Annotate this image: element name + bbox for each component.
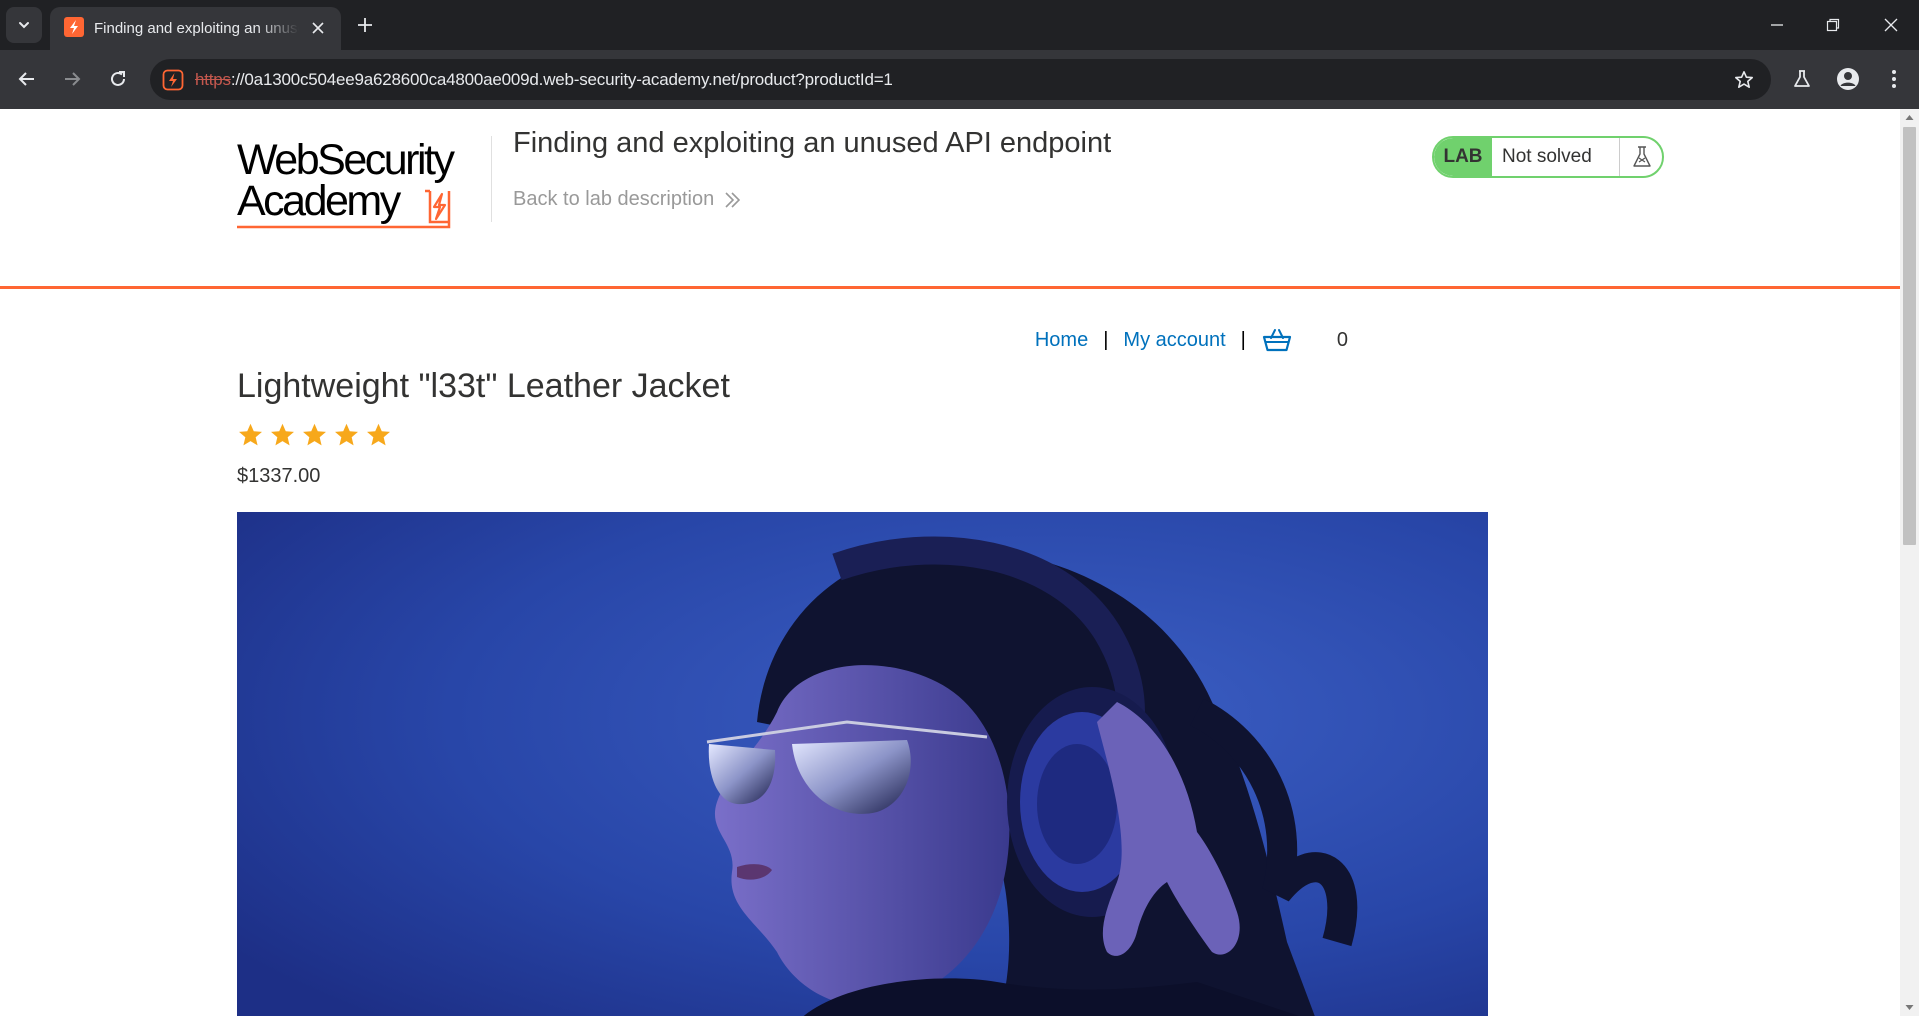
browser-tab-active[interactable]: Finding and exploiting an unused API end… [50, 7, 341, 50]
scroll-up-arrow-icon[interactable] [1905, 113, 1914, 122]
page-scrollbar[interactable] [1900, 109, 1919, 1016]
header-divider [0, 286, 1900, 289]
double-chevron-right-icon [725, 191, 741, 208]
lab-title: Finding and exploiting an unused API end… [513, 127, 1112, 159]
product-price: $1337.00 [237, 465, 321, 487]
url-text[interactable]: https://0a1300c504ee9a628600ca4800ae009d… [195, 70, 893, 90]
back-button[interactable] [12, 64, 42, 94]
minimize-icon [1771, 24, 1783, 26]
close-icon [1884, 18, 1898, 32]
more-menu-icon[interactable] [1880, 65, 1908, 93]
close-window-button[interactable] [1878, 12, 1904, 38]
new-tab-button[interactable] [352, 12, 378, 38]
minimize-window-button[interactable] [1764, 12, 1790, 38]
nav-separator: | [1103, 328, 1109, 351]
star-icon [271, 423, 294, 446]
lab-status-divider [1619, 138, 1620, 176]
url-rest: ://0a1300c504ee9a628600ca4800ae009d.web-… [230, 70, 893, 89]
star-icon [367, 423, 390, 446]
my-account-link[interactable]: My account [1123, 329, 1225, 352]
home-link[interactable]: Home [1035, 329, 1088, 352]
shopping-basket-icon[interactable] [1261, 326, 1293, 354]
site-info-icon[interactable] [161, 68, 185, 92]
star-icon [239, 423, 262, 446]
back-link-label: Back to lab description [513, 188, 715, 210]
tab-search-button[interactable] [6, 7, 42, 43]
profile-avatar-icon[interactable] [1834, 65, 1862, 93]
browser-tab-bar: Finding and exploiting an unused API end… [0, 0, 1919, 50]
restore-icon [1826, 18, 1840, 32]
scroll-down-arrow-icon[interactable] [1905, 1003, 1914, 1012]
bookmark-star-icon[interactable] [1731, 67, 1757, 93]
product-title: Lightweight "l33t" Leather Jacket [237, 367, 730, 405]
logo-divider [491, 136, 492, 222]
plus-icon [358, 18, 372, 32]
top-navigation: Home | My account | 0 [1035, 326, 1348, 354]
product-image [237, 512, 1488, 1016]
page-viewport: WebSecurity Academy Finding and exploiti… [0, 109, 1900, 1016]
star-icon [335, 423, 358, 446]
url-scheme: https [195, 70, 231, 89]
logo-line2: Academy [237, 177, 402, 225]
scrollbar-thumb[interactable] [1903, 127, 1916, 545]
forward-button[interactable] [57, 64, 87, 94]
reload-icon [111, 71, 125, 86]
arrow-right-icon [65, 72, 81, 86]
arrow-left-icon [18, 72, 34, 86]
lab-badge: LAB [1434, 138, 1492, 176]
reload-button[interactable] [103, 64, 133, 94]
cart-count[interactable]: 0 [1337, 329, 1348, 352]
labs-flask-icon[interactable] [1788, 65, 1816, 93]
product-rating [237, 422, 392, 449]
lab-status-text: Not solved [1502, 146, 1592, 167]
back-to-lab-description-link[interactable]: Back to lab description [513, 188, 741, 211]
web-security-academy-favicon-icon [64, 17, 84, 37]
address-bar[interactable]: https://0a1300c504ee9a628600ca4800ae009d… [150, 59, 1771, 100]
lab-flask-icon [1629, 144, 1655, 170]
browser-toolbar: https://0a1300c504ee9a628600ca4800ae009d… [0, 50, 1919, 109]
web-security-academy-logo[interactable]: WebSecurity Academy [237, 134, 487, 230]
restore-window-button[interactable] [1820, 12, 1846, 38]
chevron-down-icon [19, 22, 29, 29]
close-tab-icon[interactable] [308, 18, 328, 38]
star-icon [303, 423, 326, 446]
lab-status-widget: LAB Not solved [1432, 136, 1664, 178]
tab-title: Finding and exploiting an unused API end… [94, 20, 299, 37]
nav-separator: | [1240, 328, 1246, 351]
